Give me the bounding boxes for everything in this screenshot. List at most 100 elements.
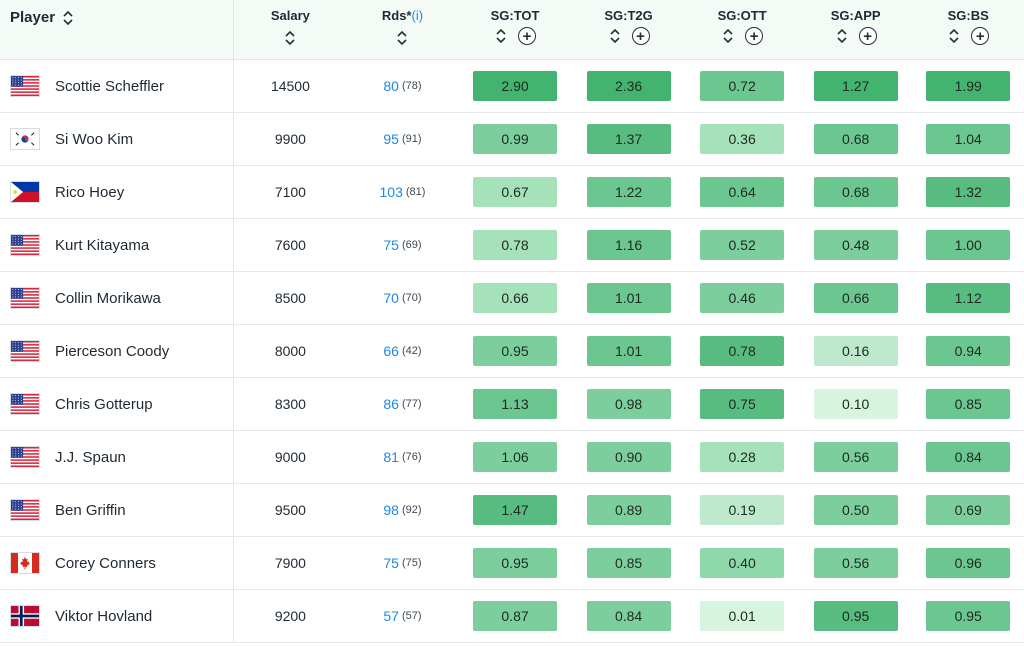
header-sg-t2g[interactable]: SG:T2G + bbox=[572, 0, 686, 59]
usa-flag-icon bbox=[10, 234, 40, 256]
table-row[interactable]: Chris Gotterup 8300 86 (77) 1.13 0.98 0.… bbox=[0, 378, 1024, 431]
rds-sub-value: (91) bbox=[401, 133, 422, 145]
sg-ott-cell: 0.19 bbox=[685, 484, 799, 536]
sort-icon[interactable] bbox=[947, 27, 961, 45]
table-row[interactable]: Scottie Scheffler 14500 80 (78) 2.90 2.3… bbox=[0, 60, 1024, 113]
rds-value[interactable]: 103 bbox=[380, 184, 403, 200]
rds-value[interactable]: 57 bbox=[383, 608, 399, 624]
sg-value: 0.99 bbox=[473, 124, 558, 154]
rds-cell: 57 (57) bbox=[347, 590, 459, 642]
salary-cell: 7600 bbox=[234, 219, 347, 271]
player-cell[interactable]: J.J. Spaun bbox=[0, 431, 235, 483]
player-name[interactable]: Corey Conners bbox=[55, 555, 156, 572]
sg-value: 0.50 bbox=[813, 495, 898, 525]
table-row[interactable]: J.J. Spaun 9000 81 (76) 1.06 0.90 0.28 0… bbox=[0, 431, 1024, 484]
rds-value[interactable]: 81 bbox=[383, 449, 399, 465]
add-column-plus-icon[interactable]: + bbox=[631, 27, 650, 45]
rds-value[interactable]: 75 bbox=[383, 237, 399, 253]
add-column-plus-icon[interactable]: + bbox=[518, 27, 537, 45]
player-cell[interactable]: Collin Morikawa bbox=[0, 272, 235, 324]
sg-tot-cell: 0.78 bbox=[458, 219, 572, 271]
sort-icon[interactable] bbox=[283, 29, 297, 47]
sg-ott-cell: 0.40 bbox=[685, 537, 799, 589]
stats-table: Player Salary Rds*(i) SG:TOT + SG:T2G + … bbox=[0, 0, 1024, 643]
rds-value[interactable]: 86 bbox=[383, 396, 399, 412]
sg-value: 1.27 bbox=[813, 71, 898, 101]
sg-bs-cell: 0.94 bbox=[912, 325, 1024, 377]
sg-value: 0.68 bbox=[813, 177, 898, 207]
header-sg-bs[interactable]: SG:BS + bbox=[912, 0, 1024, 59]
player-cell[interactable]: Si Woo Kim bbox=[0, 113, 235, 165]
player-name[interactable]: Si Woo Kim bbox=[55, 131, 133, 148]
sg-value: 1.01 bbox=[586, 283, 671, 313]
header-player-label: Player bbox=[10, 9, 56, 26]
salary-value: 9000 bbox=[274, 449, 306, 465]
sg-tot-cell: 0.95 bbox=[458, 537, 572, 589]
sg-tot-cell: 0.87 bbox=[458, 590, 572, 642]
rds-value[interactable]: 75 bbox=[383, 555, 399, 571]
sort-icon[interactable] bbox=[61, 9, 75, 27]
header-sg-tot[interactable]: SG:TOT + bbox=[458, 0, 572, 59]
table-row[interactable]: Collin Morikawa 8500 70 (70) 0.66 1.01 0… bbox=[0, 272, 1024, 325]
sg-value: 0.69 bbox=[926, 495, 1011, 525]
rds-value[interactable]: 80 bbox=[383, 78, 399, 94]
player-cell[interactable]: Viktor Hovland bbox=[0, 590, 235, 642]
sort-icon[interactable] bbox=[608, 27, 622, 45]
player-cell[interactable]: Pierceson Coody bbox=[0, 325, 235, 377]
salary-cell: 7100 bbox=[234, 166, 347, 218]
player-name[interactable]: Kurt Kitayama bbox=[55, 237, 149, 254]
table-row[interactable]: Rico Hoey 7100 103 (81) 0.67 1.22 0.64 0… bbox=[0, 166, 1024, 219]
rds-sub-value: (92) bbox=[401, 504, 422, 516]
sort-icon[interactable] bbox=[721, 27, 735, 45]
header-rds[interactable]: Rds*(i) bbox=[347, 0, 459, 59]
player-cell[interactable]: Corey Conners bbox=[0, 537, 235, 589]
sort-icon[interactable] bbox=[835, 27, 849, 45]
table-row[interactable]: Kurt Kitayama 7600 75 (69) 0.78 1.16 0.5… bbox=[0, 219, 1024, 272]
sg-value: 0.19 bbox=[700, 495, 785, 525]
header-player[interactable]: Player bbox=[0, 0, 235, 59]
player-name[interactable]: Pierceson Coody bbox=[55, 343, 169, 360]
player-cell[interactable]: Scottie Scheffler bbox=[0, 60, 235, 112]
player-name[interactable]: Ben Griffin bbox=[55, 502, 126, 519]
sg-value: 2.36 bbox=[586, 71, 671, 101]
player-cell[interactable]: Kurt Kitayama bbox=[0, 219, 235, 271]
salary-value: 8300 bbox=[274, 396, 306, 412]
sg-value: 0.75 bbox=[700, 389, 785, 419]
rds-value[interactable]: 70 bbox=[383, 290, 399, 306]
sg-value: 0.64 bbox=[700, 177, 785, 207]
player-cell[interactable]: Rico Hoey bbox=[0, 166, 235, 218]
player-name[interactable]: Rico Hoey bbox=[55, 184, 124, 201]
table-row[interactable]: Si Woo Kim 9900 95 (91) 0.99 1.37 0.36 0… bbox=[0, 113, 1024, 166]
sg-bs-cell: 0.69 bbox=[912, 484, 1024, 536]
sort-icon[interactable] bbox=[494, 27, 508, 45]
table-row[interactable]: Ben Griffin 9500 98 (92) 1.47 0.89 0.19 … bbox=[0, 484, 1024, 537]
sg-app-cell: 0.68 bbox=[799, 166, 913, 218]
player-name[interactable]: J.J. Spaun bbox=[55, 449, 126, 466]
player-cell[interactable]: Ben Griffin bbox=[0, 484, 235, 536]
rds-value[interactable]: 66 bbox=[383, 343, 399, 359]
table-row[interactable]: Viktor Hovland 9200 57 (57) 0.87 0.84 0.… bbox=[0, 590, 1024, 643]
player-name[interactable]: Viktor Hovland bbox=[55, 608, 152, 625]
sg-tot-cell: 0.66 bbox=[458, 272, 572, 324]
add-column-plus-icon[interactable]: + bbox=[971, 27, 990, 45]
add-column-plus-icon[interactable]: + bbox=[858, 27, 877, 45]
player-name[interactable]: Scottie Scheffler bbox=[55, 78, 164, 95]
header-sg-app[interactable]: SG:APP + bbox=[799, 0, 913, 59]
sg-value: 0.46 bbox=[700, 283, 785, 313]
rds-sub-value: (77) bbox=[401, 398, 422, 410]
player-name[interactable]: Collin Morikawa bbox=[55, 290, 161, 307]
table-row[interactable]: Pierceson Coody 8000 66 (42) 0.95 1.01 0… bbox=[0, 325, 1024, 378]
rds-value[interactable]: 98 bbox=[383, 502, 399, 518]
table-row[interactable]: Corey Conners 7900 75 (75) 0.95 0.85 0.4… bbox=[0, 537, 1024, 590]
header-salary[interactable]: Salary bbox=[234, 0, 347, 59]
sg-t2g-cell: 0.90 bbox=[572, 431, 686, 483]
player-name[interactable]: Chris Gotterup bbox=[55, 396, 153, 413]
player-cell[interactable]: Chris Gotterup bbox=[0, 378, 235, 430]
sort-icon[interactable] bbox=[395, 29, 409, 47]
rds-value[interactable]: 95 bbox=[383, 131, 399, 147]
header-sg-ott[interactable]: SG:OTT + bbox=[685, 0, 799, 59]
add-column-plus-icon[interactable]: + bbox=[745, 27, 764, 45]
info-icon[interactable]: (i) bbox=[412, 8, 424, 23]
sg-ott-cell: 0.78 bbox=[685, 325, 799, 377]
header-sg-label: SG:T2G bbox=[604, 8, 653, 23]
